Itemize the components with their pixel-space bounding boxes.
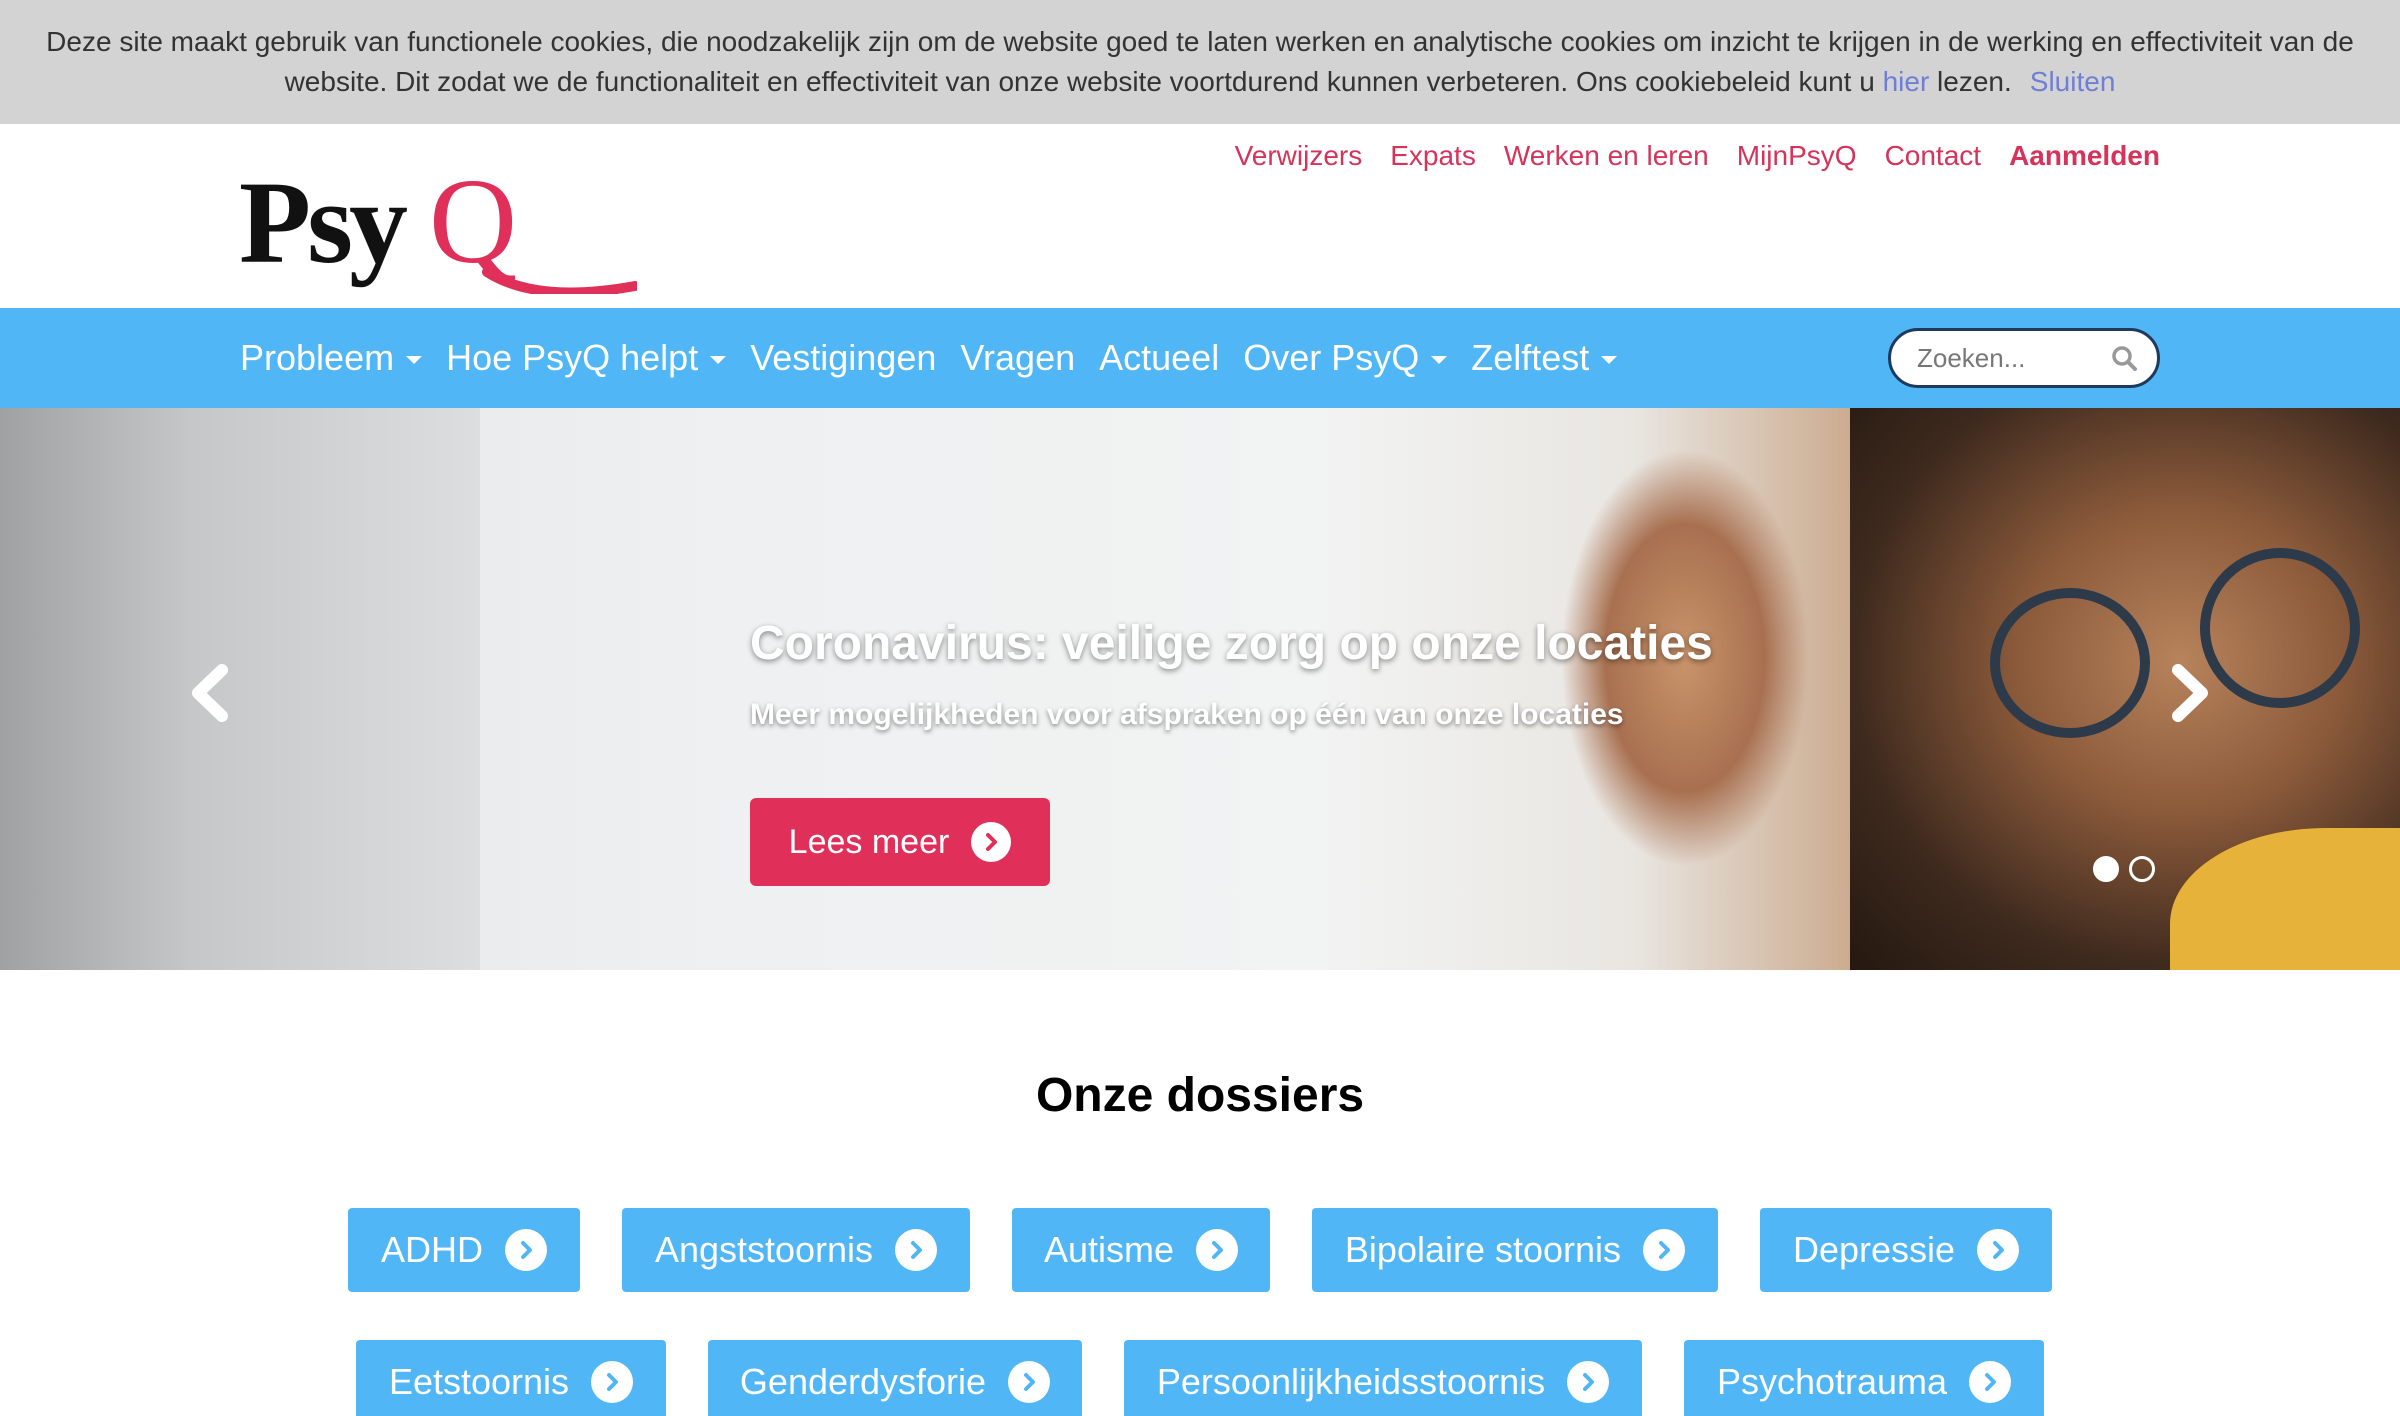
search-box [1888, 328, 2160, 388]
caret-down-icon [1601, 356, 1618, 364]
carousel-next-arrow-icon[interactable] [2160, 658, 2220, 728]
cookie-message-end: lezen. [1929, 66, 2012, 97]
carousel-dot[interactable] [2129, 856, 2155, 882]
dossier-button-eetstoornis[interactable]: Eetstoornis [356, 1340, 666, 1416]
nav-item-label: Vestigingen [750, 337, 937, 378]
top-link-contact[interactable]: Contact [1885, 136, 1982, 176]
carousel-prev-arrow-icon[interactable] [180, 658, 240, 728]
hero-subtitle: Meer mogelijkheden voor afspraken op één… [750, 698, 1624, 731]
dossier-button-psychotrauma[interactable]: Psychotrauma [1684, 1340, 2044, 1416]
nav-item-label: Hoe PsyQ helpt [446, 337, 699, 378]
dossier-label: Psychotrauma [1716, 1361, 1948, 1402]
hero-left-panel [0, 408, 480, 970]
cookie-text: Deze site maakt gebruik van functionele … [45, 22, 2355, 102]
caret-down-icon [1431, 356, 1448, 364]
hero-person-image [1850, 408, 2400, 970]
top-link-verwijzers[interactable]: Verwijzers [1235, 136, 1363, 176]
nav-item-probleem[interactable]: Probleem [240, 337, 423, 379]
dossier-button-adhd[interactable]: ADHD [348, 1208, 580, 1292]
caret-down-icon [406, 356, 423, 364]
dossier-label: Bipolaire stoornis [1344, 1229, 1622, 1270]
logo-text-psy: Psy [239, 157, 407, 288]
dossiers-title: Onze dossiers [1035, 1069, 1365, 1122]
search-input[interactable] [1917, 342, 2097, 374]
dossier-label: Depressie [1792, 1229, 1956, 1270]
chevron-right-icon [895, 1229, 938, 1271]
hero-carousel: Coronavirus: veilige zorg op onze locati… [0, 408, 2400, 970]
caret-down-icon [710, 356, 727, 364]
nav-item-label: Vragen [960, 337, 1076, 378]
nav-item-hoe-psyq-helpt[interactable]: Hoe PsyQ helpt [446, 337, 727, 379]
cookie-banner: Deze site maakt gebruik van functionele … [0, 0, 2400, 124]
dossier-button-genderdysforie[interactable]: Genderdysforie [708, 1340, 1082, 1416]
nav-item-actueel[interactable]: Actueel [1099, 337, 1219, 379]
nav-item-vestigingen[interactable]: Vestigingen [750, 337, 936, 379]
dossier-button-depressie[interactable]: Depressie [1760, 1208, 2052, 1292]
read-more-label: Lees meer [788, 822, 950, 861]
shirt [2170, 828, 2400, 970]
nav-item-label: Actueel [1099, 337, 1220, 378]
chevron-right-icon [1008, 1361, 1051, 1403]
dossier-button-persoonlijkheidsstoornis[interactable]: Persoonlijkheidsstoornis [1124, 1340, 1642, 1416]
chevron-right-icon [1196, 1229, 1239, 1271]
search-icon[interactable] [2111, 345, 2137, 371]
nav-item-over-psyq[interactable]: Over PsyQ [1243, 337, 1448, 379]
nav-item-label: Over PsyQ [1243, 337, 1420, 378]
dossier-label: Autisme [1043, 1229, 1175, 1270]
nav-item-label: Zelftest [1471, 337, 1590, 378]
dossier-button-angststoornis[interactable]: Angststoornis [622, 1208, 970, 1292]
top-link-werken-en-leren[interactable]: Werken en leren [1504, 136, 1709, 176]
carousel-dot[interactable] [2093, 856, 2119, 882]
dossier-label: Persoonlijkheidsstoornis [1156, 1361, 1546, 1402]
read-more-button[interactable]: Lees meer [750, 798, 1050, 886]
chevron-right-icon [1643, 1229, 1686, 1271]
cookie-policy-link[interactable]: hier [1883, 66, 1930, 97]
dossier-label: Angststoornis [654, 1229, 874, 1270]
nav-item-label: Probleem [240, 337, 395, 378]
dossier-label: Eetstoornis [388, 1361, 570, 1402]
site-header: Psy Q Verwijzers Expats Werken en leren Mij… [0, 124, 2400, 308]
main-navigation: Probleem Hoe PsyQ helpt Vestigingen Vragen A… [0, 308, 2400, 408]
login-link[interactable]: Aanmelden [2009, 136, 2160, 176]
chevron-right-icon [971, 822, 1012, 862]
psyq-logo[interactable]: Psy Q [237, 154, 637, 294]
dossier-label: ADHD [380, 1229, 483, 1270]
dossier-button-autisme[interactable]: Autisme [1012, 1208, 1270, 1292]
chevron-right-icon [505, 1229, 547, 1271]
nav-item-vragen[interactable]: Vragen [960, 337, 1075, 379]
glasses-right [2200, 548, 2360, 708]
dossier-label: Genderdysforie [739, 1361, 987, 1402]
nav-item-zelftest[interactable]: Zelftest [1471, 337, 1618, 379]
chevron-right-icon [1969, 1361, 2012, 1403]
chevron-right-icon [591, 1361, 634, 1403]
glasses-left [1990, 588, 2150, 738]
chevron-right-icon [1977, 1229, 2020, 1271]
cookie-close-button[interactable]: Sluiten [2030, 66, 2116, 97]
dossier-button-bipolaire stoornis[interactable]: Bipolaire stoornis [1312, 1208, 1718, 1292]
hero-title: Coronavirus: veilige zorg op onze locati… [750, 617, 1713, 670]
carousel-indicators [2093, 856, 2155, 882]
top-navigation: Verwijzers Expats Werken en leren MijnPsyQ C… [1235, 136, 2160, 176]
logo-text-q: Q [429, 154, 517, 289]
top-link-expats[interactable]: Expats [1390, 136, 1476, 176]
chevron-right-icon [1567, 1361, 1610, 1403]
top-link-mijnpsyq[interactable]: MijnPsyQ [1737, 136, 1857, 176]
main-nav-items: Probleem Hoe PsyQ helpt Vestigingen Vragen A… [240, 308, 1618, 408]
